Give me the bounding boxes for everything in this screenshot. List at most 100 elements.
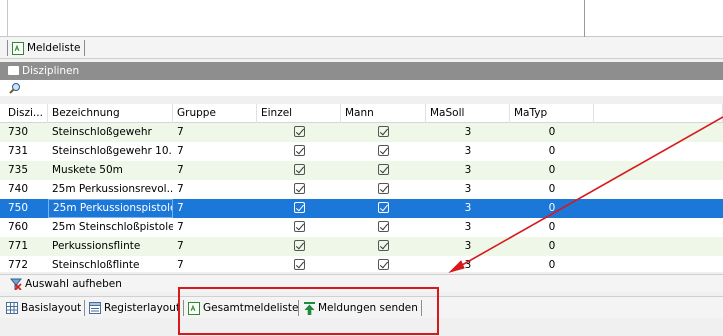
basislayout-button[interactable]: Basislayout [4,299,85,317]
table-cell: Perkussionsflinte [52,240,141,252]
checked-checkbox[interactable] [378,220,389,232]
checked-checkbox[interactable] [293,258,305,270]
column-header[interactable]: Mann [341,104,426,123]
table-cell: 0 [548,202,556,214]
table-row[interactable]: 730 Steinschloßgewehr 7 3 0 [0,123,723,142]
table-row[interactable]: 735 Muskete 50m 7 3 0 [0,161,723,180]
checked-checkbox[interactable] [293,125,305,137]
table-cell: Steinschloßflinte [52,259,140,271]
disziplinen-group-header[interactable]: Disziplinen [0,62,723,80]
table-cell: 3 [464,126,472,138]
meldeliste-button[interactable]: Meldeliste [10,39,84,57]
table-row[interactable]: 771 Perkussionsflinte 7 3 0 [0,237,723,256]
table-cell: 0 [548,183,556,195]
table-cell: 0 [548,259,556,271]
table-cell: 25m Steinschloßpistole [52,221,173,233]
table-cell [594,142,723,161]
table-cell [341,161,426,180]
checked-checkbox[interactable] [378,125,389,137]
table-cell: 7 [177,259,184,271]
register-layout-icon [89,302,101,314]
table-cell [594,180,723,199]
column-header[interactable]: MaSoll [426,104,510,123]
registerlayout-label: Registerlayout [104,302,180,314]
panel-divider-left [7,0,8,37]
table-cell [257,218,341,237]
table-cell [341,256,426,272]
checked-checkbox[interactable] [378,239,389,251]
table-cell [257,256,341,272]
table-cell: 3 [464,164,472,176]
column-header-filler [594,104,723,123]
table-cell [257,237,341,256]
table-cell [341,123,426,142]
table-cell: 735 [8,164,29,176]
table-cell: 7 [177,202,184,214]
checked-checkbox[interactable] [293,239,305,251]
meldeliste-label: Meldeliste [27,42,81,54]
checked-checkbox[interactable] [293,163,305,175]
column-header[interactable]: Gruppe [173,104,257,123]
table-cell: 772 [8,259,29,271]
auswahl-aufheben-button[interactable]: Auswahl aufheben [8,275,126,293]
table-cell: 731 [8,145,29,157]
table-row[interactable]: 740 25m Perkussionsrevol... 7 3 0 [0,180,723,199]
toolbar-separator [84,40,85,56]
search-icon[interactable] [9,82,21,94]
table-cell: 0 [548,126,556,138]
checked-checkbox[interactable] [378,201,389,213]
folder-icon [8,66,19,75]
table-row[interactable]: 772 Steinschloßflinte 7 3 0 [0,256,723,272]
grid-layout-icon [6,302,18,314]
checked-checkbox[interactable] [378,258,389,270]
table-cell: 7 [177,126,184,138]
table-cell: 771 [8,240,29,252]
table-cell: 730 [8,126,29,138]
column-header[interactable]: MaTyp [510,104,594,123]
column-header[interactable]: Einzel [257,104,341,123]
table-cell: 25m Perkussionspistole [48,199,173,218]
pdf-document-icon [12,41,24,55]
table-cell: Steinschloßgewehr [52,126,152,138]
table-cell [257,123,341,142]
table-cell: 3 [464,240,472,252]
table-cell: 760 [8,221,29,233]
meldeliste-toolbar: Meldeliste [0,37,723,59]
table-cell: 7 [177,145,184,157]
table-cell [594,237,723,256]
checked-checkbox[interactable] [378,144,389,156]
table-cell [594,199,723,218]
table-cell [594,123,723,142]
table-cell: 0 [548,145,556,157]
table-cell [341,199,426,218]
toolbar-separator [7,40,8,56]
checked-checkbox[interactable] [378,182,389,194]
group-title: Disziplinen [22,65,80,77]
table-row[interactable]: 731 Steinschloßgewehr 10... 7 3 0 [0,142,723,161]
basislayout-label: Basislayout [21,302,82,314]
table-cell [341,218,426,237]
registerlayout-button[interactable]: Registerlayout [87,299,184,317]
table-cell [341,180,426,199]
table-cell [594,218,723,237]
table-cell: 740 [8,183,29,195]
checked-checkbox[interactable] [293,144,305,156]
column-header[interactable]: Diszi... [0,104,48,123]
checked-checkbox[interactable] [378,163,389,175]
table-cell [341,142,426,161]
top-panel [0,0,723,37]
table-cell: 7 [177,164,184,176]
table-row[interactable]: 750 25m Perkussionspistole 7 3 0 [0,199,723,218]
table-cell: 0 [548,240,556,252]
table-cell: 25m Perkussionsrevol... [52,183,173,195]
table-cell [341,237,426,256]
table-cell: 3 [464,259,472,271]
checked-checkbox[interactable] [293,201,305,213]
table-cell [594,256,723,272]
table-cell: 0 [548,164,556,176]
table-cell [257,142,341,161]
table-row[interactable]: 760 25m Steinschloßpistole 7 3 0 [0,218,723,237]
checked-checkbox[interactable] [293,220,305,232]
column-header[interactable]: Bezeichnung [48,104,173,123]
checked-checkbox[interactable] [293,182,305,194]
